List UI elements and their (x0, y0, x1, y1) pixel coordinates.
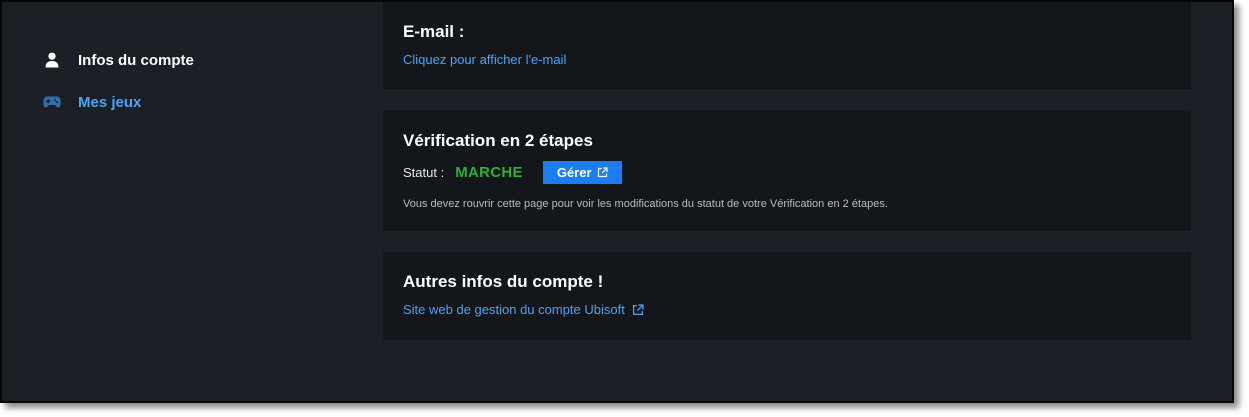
user-icon (42, 50, 62, 70)
status-badge: MARCHE (455, 163, 523, 181)
sidebar-item-label: Infos du compte (78, 51, 194, 69)
account-window: Infos du compte Mes jeux E-mail : Clique… (0, 0, 1234, 403)
manage-button-label: Gérer (556, 164, 592, 180)
sidebar-item-label: Mes jeux (78, 93, 142, 111)
external-link-icon (632, 303, 644, 316)
manage-button[interactable]: Gérer (542, 160, 622, 184)
ubisoft-account-link-label: Site web de gestion du compte Ubisoft (403, 302, 625, 317)
two-factor-note: Vous devez rouvrir cette page pour voir … (403, 198, 888, 210)
show-email-link[interactable]: Cliquez pour afficher l'e-mail (403, 52, 566, 67)
other-info-card: Autres infos du compte ! Site web de ges… (383, 252, 1191, 340)
email-title: E-mail : (403, 22, 465, 41)
sidebar: Infos du compte Mes jeux (42, 46, 342, 130)
status-row: Statut : MARCHE Gérer (403, 160, 622, 184)
ubisoft-account-link[interactable]: Site web de gestion du compte Ubisoft (403, 302, 644, 317)
status-label: Statut : (403, 164, 445, 180)
gamepad-icon (42, 92, 62, 112)
two-factor-title: Vérification en 2 étapes (403, 131, 593, 150)
sidebar-item-my-games[interactable]: Mes jeux (42, 88, 342, 116)
sidebar-item-account-info[interactable]: Infos du compte (42, 46, 342, 74)
email-card: E-mail : Cliquez pour afficher l'e-mail (383, 2, 1191, 89)
external-link-icon (597, 166, 608, 178)
other-info-title: Autres infos du compte ! (403, 272, 604, 291)
two-factor-card: Vérification en 2 étapes Statut : MARCHE… (383, 110, 1191, 231)
